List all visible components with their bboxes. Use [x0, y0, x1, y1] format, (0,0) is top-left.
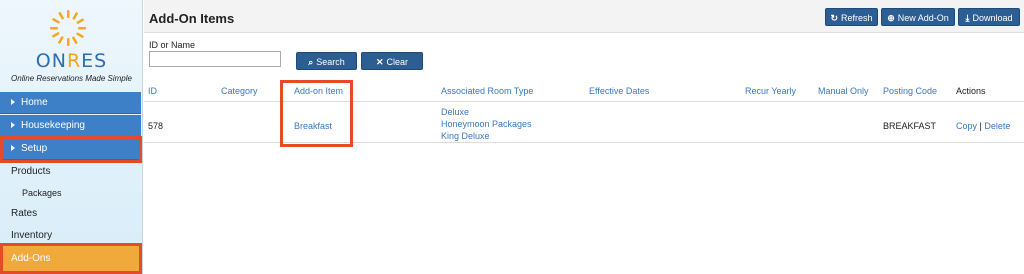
- caret-right-icon: [11, 145, 15, 151]
- column-recur-yearly[interactable]: Recur Yearly: [745, 86, 796, 96]
- column-associated-room-type[interactable]: Associated Room Type: [441, 86, 533, 96]
- main-content: Add-On Items ↻ Refresh ⊕ New Add-On ⤓ Downl…: [144, 0, 1024, 274]
- download-button[interactable]: ⤓ Download: [958, 8, 1020, 26]
- sidebar-item-products[interactable]: Products: [0, 162, 141, 182]
- column-posting-code[interactable]: Posting Code: [883, 86, 937, 96]
- caret-right-icon: [11, 99, 15, 105]
- column-actions: Actions: [956, 86, 986, 96]
- caret-right-icon: [11, 122, 15, 128]
- onres-logo[interactable]: ONRES Online Reservations Made Simple: [0, 0, 143, 90]
- column-id[interactable]: ID: [148, 86, 157, 96]
- column-category[interactable]: Category: [221, 86, 258, 96]
- refresh-icon: ↻: [830, 13, 839, 23]
- search-icon: ⌕: [308, 57, 314, 67]
- filter-label: ID or Name: [149, 40, 196, 50]
- id-or-name-input[interactable]: [149, 51, 281, 67]
- sun-logo-icon: [50, 10, 86, 46]
- add-on-item-link[interactable]: Breakfast: [294, 121, 332, 131]
- column-effective-dates[interactable]: Effective Dates: [589, 86, 649, 96]
- plus-circle-icon: ⊕: [887, 13, 895, 23]
- copy-link[interactable]: Copy: [956, 121, 977, 131]
- search-button[interactable]: ⌕ Search: [296, 52, 357, 70]
- download-icon: ⤓: [965, 13, 970, 23]
- delete-link[interactable]: Delete: [984, 121, 1010, 131]
- action-separator: |: [979, 121, 982, 131]
- refresh-button[interactable]: ↻ Refresh: [825, 8, 878, 26]
- room-type-link[interactable]: King Deluxe: [441, 130, 532, 142]
- table-row: 578 Breakfast Deluxe Honeymoon Packages …: [144, 103, 1024, 143]
- column-add-on-item[interactable]: Add-on Item: [294, 86, 343, 96]
- sidebar-item-housekeeping[interactable]: Housekeeping: [0, 115, 141, 137]
- sidebar: ONRES Online Reservations Made Simple Ho…: [0, 0, 143, 274]
- sidebar-item-rates[interactable]: Rates: [0, 204, 141, 224]
- logo-wordmark: ONRES: [35, 50, 108, 72]
- room-type-link[interactable]: Honeymoon Packages: [441, 118, 532, 130]
- cell-actions: Copy | Delete: [956, 121, 1010, 131]
- page-header: Add-On Items ↻ Refresh ⊕ New Add-On ⤓ Downl…: [144, 0, 1024, 33]
- close-icon: ✕: [375, 57, 384, 67]
- cell-room-types: Deluxe Honeymoon Packages King Deluxe: [441, 106, 532, 142]
- cell-id: 578: [148, 121, 164, 131]
- sidebar-item-inventory[interactable]: Inventory: [0, 226, 141, 246]
- new-add-on-button[interactable]: ⊕ New Add-On: [881, 8, 955, 26]
- clear-button[interactable]: ✕ Clear: [361, 52, 423, 70]
- sidebar-item-add-ons[interactable]: Add-Ons: [0, 245, 141, 273]
- column-manual-only[interactable]: Manual Only: [818, 86, 869, 96]
- sidebar-item-setup[interactable]: Setup: [0, 138, 141, 160]
- cell-posting-code: BREAKFAST: [883, 121, 937, 131]
- sidebar-item-packages[interactable]: Packages: [0, 183, 141, 203]
- table-header: ID Category Add-on Item Associated Room …: [144, 80, 1024, 102]
- sidebar-item-home[interactable]: Home: [0, 92, 141, 114]
- room-type-link[interactable]: Deluxe: [441, 106, 532, 118]
- tagline: Online Reservations Made Simple: [11, 74, 132, 83]
- page-title: Add-On Items: [149, 11, 235, 26]
